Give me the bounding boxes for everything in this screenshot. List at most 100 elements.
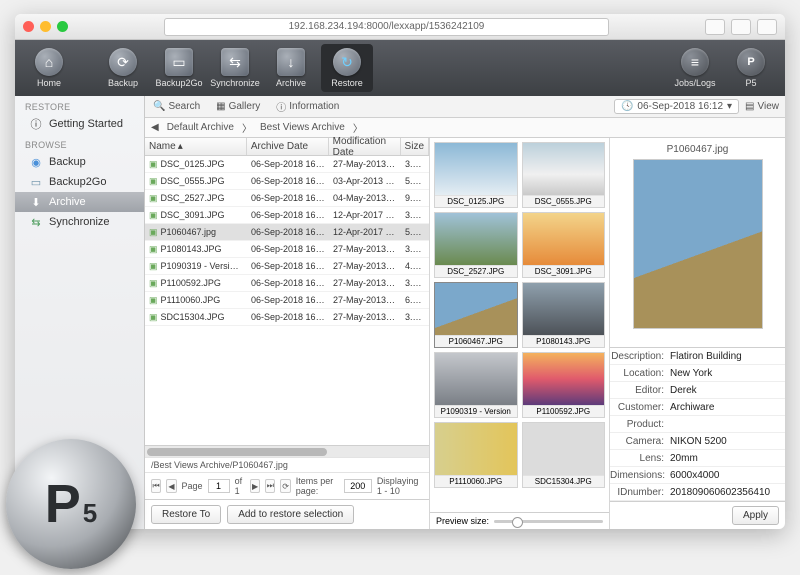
table-row[interactable]: ▣DSC_0555.JPG06-Sep-2018 16:1203-Apr-201… (145, 173, 429, 190)
close-window-button[interactable] (23, 21, 34, 32)
pager-last[interactable]: ⏭ (265, 479, 275, 493)
sidebar-item-synchronize[interactable]: ⇆ Synchronize (15, 212, 144, 232)
thumb-caption: P1060467.JPG (435, 335, 517, 347)
table-row[interactable]: ▣P1110060.JPG06-Sep-2018 16:1227-May-201… (145, 292, 429, 309)
restore-tool[interactable]: ↻ Restore (321, 44, 373, 92)
thumbnail[interactable]: DSC_0555.JPG (522, 142, 606, 208)
thumbnail[interactable]: P1090319 - Version (434, 352, 518, 418)
view-mode-button[interactable]: ▤ View (745, 101, 779, 112)
table-row[interactable]: ▣SDC15304.JPG06-Sep-2018 16:1227-May-201… (145, 309, 429, 326)
breadcrumb-item-2[interactable]: Best Views Archive (256, 122, 349, 133)
meta-value[interactable]: 6000x4000 (670, 470, 785, 481)
table-row[interactable]: ▣P1100592.JPG06-Sep-2018 16:1227-May-201… (145, 275, 429, 292)
thumbnail[interactable]: DSC_0125.JPG (434, 142, 518, 208)
preview-size-label: Preview size: (436, 516, 489, 526)
pager-items-label: Items per page: (296, 476, 339, 496)
archive-tool[interactable]: ↓ Archive (265, 44, 317, 92)
backup-icon: ⟳ (109, 48, 137, 76)
sidebar-item-archive[interactable]: ⬇ Archive (15, 192, 144, 212)
sidebar-item-backup[interactable]: ◉ Backup (15, 152, 144, 172)
meta-row: Customer:Archiware (610, 399, 785, 416)
thumb-image (435, 353, 517, 405)
sidebar-item-backup2go[interactable]: ▭ Backup2Go (15, 172, 144, 192)
meta-value[interactable]: Flatiron Building (670, 351, 785, 362)
pager-items-input[interactable] (344, 479, 372, 493)
thumbnail[interactable]: P1060467.JPG (434, 282, 518, 348)
file-icon: ▣ (149, 227, 158, 237)
share-button[interactable] (731, 19, 751, 35)
table-row[interactable]: ▣P1060467.jpg06-Sep-2018 16:1212-Apr-201… (145, 224, 429, 241)
pager-refresh[interactable]: ⟳ (280, 479, 290, 493)
tab-information[interactable]: ⓘInformation (268, 96, 347, 117)
col-name[interactable]: Name ▴ (145, 138, 247, 155)
information-icon: ⓘ (276, 99, 286, 114)
tab-search[interactable]: 🔍Search (145, 96, 208, 117)
home-tool[interactable]: ⌂ Home (23, 44, 75, 92)
backup-label: Backup (108, 78, 138, 88)
meta-value[interactable]: 20mm (670, 453, 785, 464)
info-icon: ⓘ (29, 117, 43, 131)
synchronize-tool[interactable]: ⇆ Synchronize (209, 44, 261, 92)
table-row[interactable]: ▣DSC_3091.JPG06-Sep-2018 16:1212-Apr-201… (145, 207, 429, 224)
pager-first[interactable]: ⏮ (151, 479, 161, 493)
minimize-window-button[interactable] (40, 21, 51, 32)
sidebar-backup2go-label: Backup2Go (49, 176, 106, 188)
sort-asc-icon: ▴ (178, 141, 183, 152)
restore-to-button[interactable]: Restore To (151, 505, 221, 524)
breadcrumb-item-1[interactable]: Default Archive (163, 122, 238, 133)
preview-size-slider[interactable] (494, 520, 603, 523)
meta-value[interactable]: NIKON 5200 (670, 436, 785, 447)
backup-tool[interactable]: ⟳ Backup (97, 44, 149, 92)
jobslogs-tool[interactable]: ≡ Jobs/Logs (669, 44, 721, 92)
thumbnail[interactable]: DSC_2527.JPG (434, 212, 518, 278)
col-archive-date[interactable]: Archive Date (247, 138, 329, 155)
thumbnail[interactable]: DSC_3091.JPG (522, 212, 606, 278)
snapshot-date-picker[interactable]: 🕓 06-Sep-2018 16:12 ▾ (614, 99, 739, 114)
view-label: View (758, 101, 780, 112)
tab-gallery[interactable]: ▦Gallery (208, 96, 268, 117)
chevron-right-icon: 〉 (242, 120, 252, 135)
meta-row: Product: (610, 416, 785, 433)
meta-value[interactable]: New York (670, 368, 785, 379)
thumbnail[interactable]: P1080143.JPG (522, 282, 606, 348)
meta-value[interactable]: Derek (670, 385, 785, 396)
breadcrumb-back[interactable]: ◀ (151, 122, 159, 133)
pager-next[interactable]: ▶ (250, 479, 260, 493)
address-bar[interactable]: 192.168.234.194:8000/lexxapp/1536242109 (164, 18, 609, 36)
p5-tool[interactable]: P P5 (725, 44, 777, 92)
meta-value[interactable]: 201809060602356410 (670, 487, 785, 498)
thumbnail[interactable]: P1100592.JPG (522, 352, 606, 418)
meta-value[interactable]: Archiware (670, 402, 785, 413)
pager-prev[interactable]: ◀ (166, 479, 176, 493)
thumb-image (435, 283, 517, 335)
sidebar-item-getting-started[interactable]: ⓘ Getting Started (15, 114, 144, 134)
backup2go-tool[interactable]: ▭ Backup2Go (153, 44, 205, 92)
table-row[interactable]: ▣DSC_2527.JPG06-Sep-2018 16:1204-May-201… (145, 190, 429, 207)
file-table: Name ▴ Archive Date Modification Date Si… (145, 138, 430, 529)
pager-page-input[interactable] (208, 479, 230, 493)
meta-label: Location: (610, 368, 670, 379)
table-row[interactable]: ▣P1090319 - Version 2.JPG06-Sep-2018 16:… (145, 258, 429, 275)
maximize-window-button[interactable] (57, 21, 68, 32)
thumbnail[interactable]: P1110060.JPG (434, 422, 518, 488)
col-mod-date[interactable]: Modification Date (329, 138, 401, 155)
reader-button[interactable] (705, 19, 725, 35)
thumbnail[interactable]: SDC15304.JPG (522, 422, 606, 488)
hscrollbar[interactable] (145, 445, 429, 457)
search-icon: 🔍 (153, 101, 165, 112)
meta-label: Editor: (610, 385, 670, 396)
synchronize-label: Synchronize (210, 78, 260, 88)
backup2go-small-icon: ▭ (29, 175, 43, 189)
sidebar-head-browse: BROWSE (15, 134, 144, 152)
view-icon: ▤ (745, 101, 754, 112)
file-icon: ▣ (149, 193, 158, 203)
tabs-button[interactable] (757, 19, 777, 35)
backup2go-icon: ▭ (165, 48, 193, 76)
apply-button[interactable]: Apply (732, 506, 779, 525)
add-to-restore-button[interactable]: Add to restore selection (227, 505, 354, 524)
archive-label: Archive (276, 78, 306, 88)
table-row[interactable]: ▣P1080143.JPG06-Sep-2018 16:1227-May-201… (145, 241, 429, 258)
table-row[interactable]: ▣DSC_0125.JPG06-Sep-2018 16:1227-May-201… (145, 156, 429, 173)
chevron-right-icon: 〉 (353, 120, 363, 135)
col-size[interactable]: Size (401, 138, 429, 155)
